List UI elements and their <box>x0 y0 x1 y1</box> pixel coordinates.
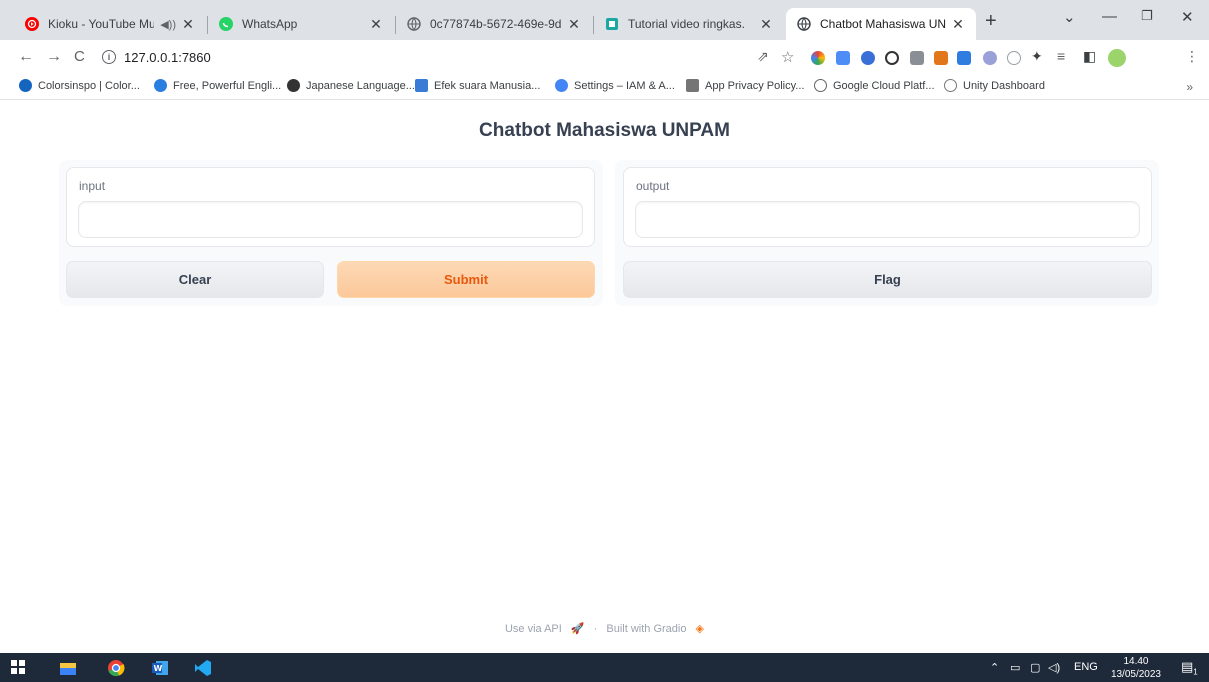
profile-avatar[interactable] <box>1108 49 1126 67</box>
more-menu-icon[interactable]: ⋮ <box>1185 48 1199 65</box>
tray-overflow-chevron-icon[interactable]: ⌃ <box>990 661 999 674</box>
globe-icon <box>814 79 827 92</box>
globe-icon <box>796 16 812 32</box>
input-textbox[interactable] <box>78 201 583 238</box>
metamask-fox-icon[interactable] <box>934 51 948 65</box>
youtube-music-icon <box>24 16 40 32</box>
address-bar[interactable]: i 127.0.0.1:7860 <box>102 46 702 68</box>
bookmark-item[interactable]: Free, Powerful Engli... <box>154 79 281 92</box>
rocket-icon: 🚀 <box>570 623 585 635</box>
flag-button[interactable]: Flag <box>623 261 1152 298</box>
restore-button[interactable]: ❐ <box>1141 8 1153 24</box>
minimize-button[interactable]: — <box>1102 8 1117 25</box>
input-panel: input Clear Submit <box>59 160 603 306</box>
bookmark-site-icon <box>287 79 300 92</box>
windows-taskbar: W ⌃ ▭ ▢ ◁) ENG 14.40 13/05/2023 ▤1 <box>0 653 1209 682</box>
close-icon[interactable]: ✕ <box>758 16 774 33</box>
network-icon[interactable]: ▢ <box>1030 661 1040 674</box>
system-clock[interactable]: 14.40 13/05/2023 <box>1111 655 1161 681</box>
side-panel-icon[interactable]: ◧ <box>1083 48 1096 65</box>
tab-search-chevron-icon[interactable]: ⌄ <box>1063 8 1076 26</box>
gradio-logo-icon: ◈ <box>695 623 705 635</box>
chrome-icon[interactable] <box>107 659 125 677</box>
extension-icon[interactable] <box>910 51 924 65</box>
vscode-icon[interactable] <box>194 659 212 677</box>
built-with-gradio-link[interactable]: Built with Gradio <box>606 623 686 635</box>
svg-text:W: W <box>154 664 163 673</box>
translate-extension-icon[interactable] <box>836 51 850 65</box>
gear-extension-icon[interactable] <box>983 51 997 65</box>
close-icon[interactable]: ✕ <box>566 16 582 33</box>
clock-date: 13/05/2023 <box>1110 669 1161 680</box>
volume-icon[interactable]: ◁) <box>1048 661 1060 674</box>
doc-icon <box>604 16 620 32</box>
browser-tab-strip: Kioku - YouTube Music ◀)) ✕ WhatsApp ✕ 0… <box>0 0 1209 40</box>
tab-whatsapp[interactable]: WhatsApp ✕ <box>208 8 394 40</box>
output-panel: output Flag <box>615 160 1159 306</box>
footer: Use via API 🚀 · Built with Gradio ◈ <box>0 622 1209 635</box>
tab-uuid-page[interactable]: 0c77874b-5672-469e-9d27- ✕ <box>396 8 592 40</box>
close-icon[interactable]: ✕ <box>950 16 966 33</box>
new-tab-button[interactable]: + <box>985 10 997 33</box>
bookmarks-bar: Colorsinspo | Color... Free, Powerful En… <box>0 76 1209 100</box>
bookmark-doc-icon <box>686 79 699 92</box>
bookmark-item[interactable]: Colorsinspo | Color... <box>19 79 140 92</box>
extension-icon[interactable] <box>885 51 899 65</box>
share-icon[interactable]: ⇗ <box>757 48 769 65</box>
output-label: output <box>636 179 670 193</box>
globe-icon <box>406 16 422 32</box>
color-extension-icon[interactable] <box>811 51 825 65</box>
gcp-shield-icon <box>555 79 568 92</box>
file-explorer-icon[interactable] <box>59 659 77 677</box>
clear-button[interactable]: Clear <box>66 261 324 298</box>
input-label: input <box>79 179 106 193</box>
close-icon[interactable]: ✕ <box>368 16 384 33</box>
unity-icon <box>944 79 957 92</box>
reload-icon[interactable]: C <box>74 48 85 65</box>
new-extension-icon[interactable] <box>957 51 971 65</box>
forward-arrow-icon[interactable]: → <box>46 48 62 66</box>
page-title: Chatbot Mahasiswa UNPAM <box>479 120 730 141</box>
language-indicator[interactable]: ENG <box>1074 661 1098 673</box>
bookmark-item[interactable]: Google Cloud Platf... <box>814 79 935 92</box>
tab-chatbot-active[interactable]: Chatbot Mahasiswa UNPAM ✕ <box>786 8 976 40</box>
url-text: 127.0.0.1:7860 <box>124 49 211 65</box>
bookmark-item[interactable]: Efek suara Manusia... <box>415 79 540 92</box>
site-info-icon[interactable]: i <box>102 50 116 64</box>
output-textbox <box>635 201 1140 238</box>
compass-extension-icon[interactable] <box>1007 51 1021 65</box>
extension-icon[interactable] <box>861 51 875 65</box>
word-icon[interactable]: W <box>151 659 169 677</box>
tab-youtube-music[interactable]: Kioku - YouTube Music ◀)) ✕ <box>14 8 206 40</box>
footer-separator: · <box>593 623 598 635</box>
bookmark-star-icon[interactable]: ☆ <box>781 48 794 66</box>
bookmark-item[interactable]: App Privacy Policy... <box>686 79 804 92</box>
bookmark-site-icon <box>154 79 167 92</box>
clock-time: 14.40 <box>1123 656 1149 667</box>
close-icon[interactable]: ✕ <box>180 16 196 33</box>
browser-toolbar: ← → C i 127.0.0.1:7860 ⇗ ☆ ✦ ≡ ◧ ⋮ <box>0 40 1209 76</box>
input-block: input <box>66 167 595 247</box>
tab-tutorial-video[interactable]: Tutorial video ringkas. ✕ <box>594 8 784 40</box>
bookmark-item[interactable]: Settings – IAM & A... <box>555 79 675 92</box>
whatsapp-icon <box>218 16 234 32</box>
extensions-puzzle-icon[interactable]: ✦ <box>1031 48 1043 65</box>
submit-button[interactable]: Submit <box>337 261 595 298</box>
use-via-api-link[interactable]: Use via API <box>505 623 562 635</box>
colorsinspo-icon <box>19 79 32 92</box>
notification-count: 1 <box>1193 667 1198 677</box>
window-close-button[interactable]: ✕ <box>1181 8 1194 26</box>
notification-icon[interactable]: ▤1 <box>1181 659 1198 677</box>
windows-start-icon[interactable] <box>10 659 28 677</box>
battery-icon[interactable]: ▭ <box>1010 661 1020 674</box>
bookmark-site-icon <box>415 79 428 92</box>
audio-playing-icon[interactable]: ◀)) <box>160 18 176 31</box>
bookmark-item[interactable]: Unity Dashboard <box>944 79 1045 92</box>
output-block: output <box>623 167 1152 247</box>
back-arrow-icon[interactable]: ← <box>18 48 34 66</box>
bookmark-item[interactable]: Japanese Language... <box>287 79 415 92</box>
bookmarks-overflow-button[interactable]: » <box>1186 80 1193 94</box>
reading-list-icon[interactable]: ≡ <box>1057 48 1065 64</box>
